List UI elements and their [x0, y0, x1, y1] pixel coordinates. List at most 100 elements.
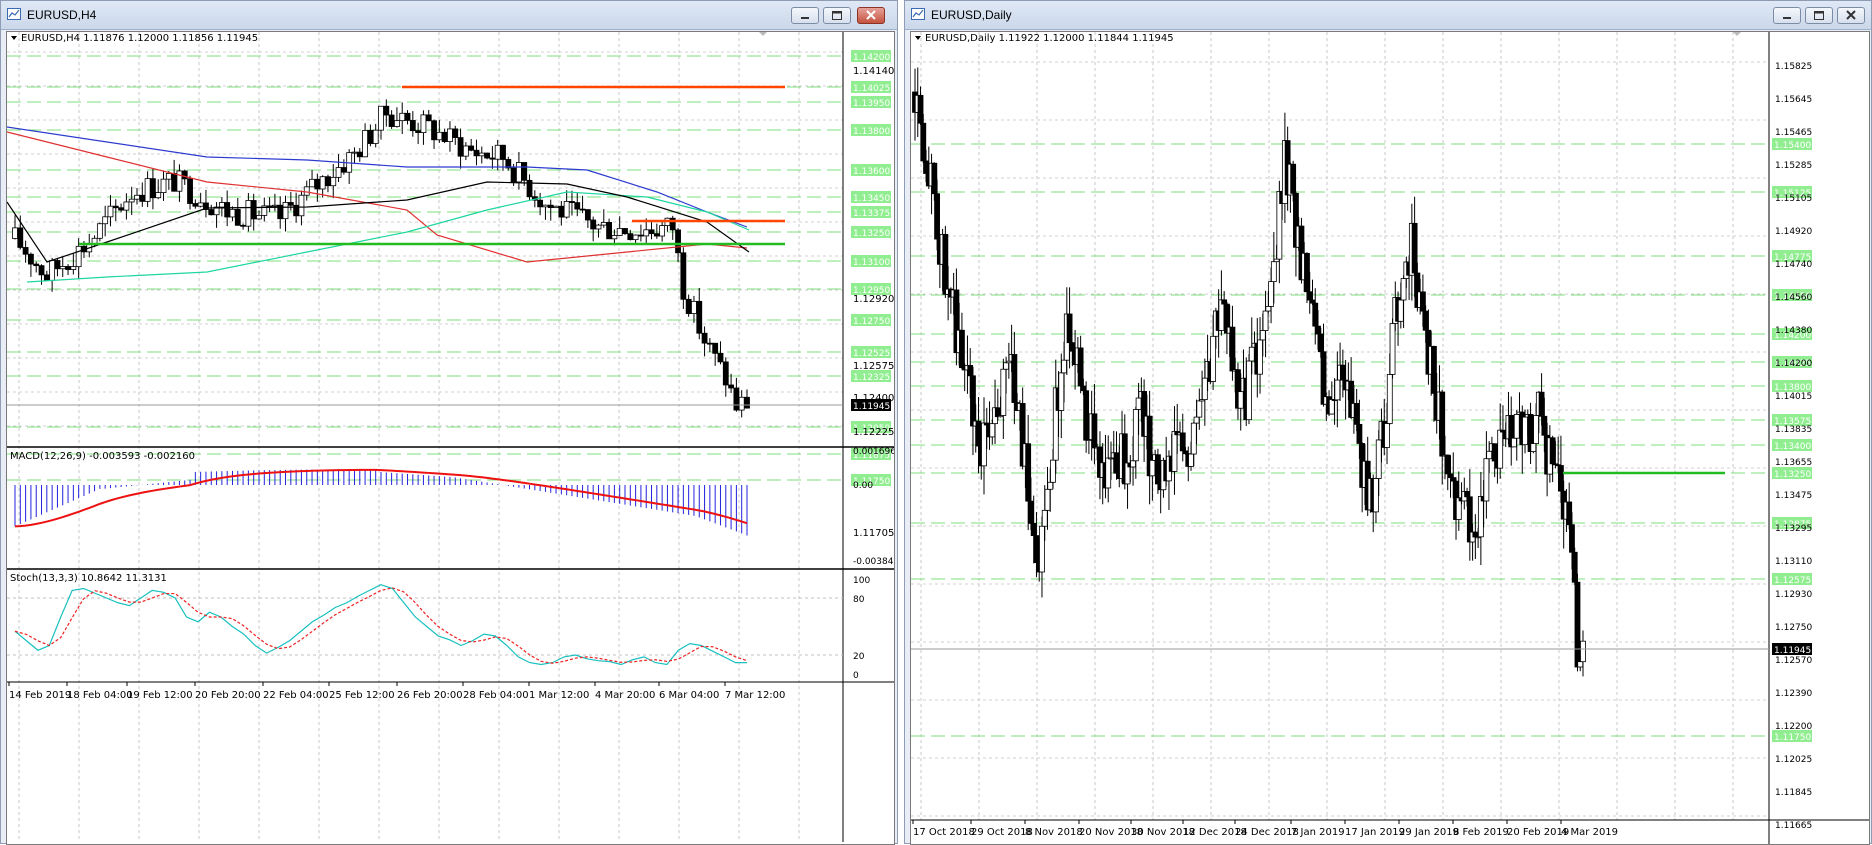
candle: [118, 207, 124, 211]
shift-marker-icon: [1733, 32, 1741, 36]
level-price-label: 1.13600: [853, 167, 890, 177]
candle: [229, 208, 236, 218]
candle: [510, 167, 517, 183]
candle: [266, 205, 273, 208]
candle: [1077, 347, 1084, 387]
candle: [1580, 640, 1586, 663]
candle: [701, 332, 708, 344]
stoch-scale-label: 100: [853, 576, 870, 586]
level-price-label: 1.13400: [1774, 442, 1811, 452]
stoch-scale-label: 80: [853, 595, 865, 605]
candle: [478, 152, 485, 157]
candle: [1431, 345, 1437, 394]
candle: [409, 120, 416, 132]
candle: [1182, 450, 1189, 455]
h4-window-title: EURUSD,H4: [27, 8, 97, 22]
price-axis-label: 1.15645: [1775, 95, 1812, 105]
candle: [1237, 391, 1244, 409]
candle: [1569, 524, 1575, 553]
candle: [404, 112, 411, 121]
candle: [590, 219, 597, 230]
collapse-triangle-icon[interactable]: [915, 36, 921, 40]
candle: [611, 235, 618, 240]
candle: [112, 205, 119, 209]
candle: [208, 209, 215, 216]
candle: [1558, 465, 1564, 492]
time-axis-label: 7 Mar 12:00: [725, 690, 785, 701]
close-button[interactable]: [1837, 7, 1865, 24]
candle: [1309, 299, 1316, 304]
price-axis-label: 1.15105: [1775, 194, 1812, 204]
candle: [1047, 481, 1054, 490]
candle: [648, 229, 655, 235]
candle: [1149, 459, 1156, 477]
candle: [1312, 302, 1319, 327]
candle: [981, 422, 987, 467]
level-price-label: 1.11750: [1774, 733, 1811, 743]
candle: [1259, 330, 1266, 341]
candle: [75, 245, 82, 268]
candle: [1353, 403, 1360, 425]
maximize-button[interactable]: [1805, 7, 1833, 24]
candle: [1188, 453, 1194, 467]
candle: [388, 114, 395, 127]
candle: [558, 205, 565, 218]
candle: [1268, 281, 1274, 307]
candle: [1061, 359, 1067, 374]
candle: [728, 384, 734, 389]
candle: [128, 198, 135, 203]
price-axis-label: 1.11845: [1775, 788, 1812, 798]
price-axis-label: 1.12025: [1775, 755, 1812, 765]
daily-title-bar[interactable]: EURUSD,Daily: [905, 1, 1871, 30]
current-price-label: 1.11945: [853, 402, 890, 412]
collapse-triangle-icon[interactable]: [11, 36, 17, 40]
candle: [706, 342, 713, 345]
candle: [256, 215, 262, 220]
candle: [1464, 491, 1470, 498]
candle: [192, 203, 199, 207]
candle: [1317, 333, 1324, 353]
candle: [462, 145, 469, 157]
candle: [1306, 291, 1313, 301]
minimize-button[interactable]: [1773, 7, 1801, 24]
candle: [441, 131, 448, 142]
daily-chart-svg[interactable]: 1.154001.151251.147751.144501.142001.140…: [911, 32, 1869, 844]
candle: [1171, 431, 1178, 472]
candle: [49, 260, 56, 281]
h4-chart-window[interactable]: EURUSD,H4 1.14200 1.14025 1.13950 1.13800 1.…: [0, 0, 898, 845]
candle: [1270, 261, 1277, 283]
candle: [1265, 305, 1272, 312]
candle: [638, 234, 644, 237]
maximize-button[interactable]: [823, 7, 851, 24]
candle: [1246, 360, 1252, 421]
close-button[interactable]: [857, 7, 885, 24]
shift-marker-icon: [759, 32, 767, 36]
candle: [155, 192, 162, 199]
candle: [1221, 299, 1228, 305]
minimize-button[interactable]: [791, 7, 819, 24]
level-price-label: 1.13800: [853, 127, 890, 137]
level-price-label: 1.13250: [853, 229, 890, 239]
h4-chart-svg[interactable]: 1.14200 1.14025 1.13950 1.13800 1.13600 1.134…: [7, 32, 894, 844]
level-price-label: 1.14200: [853, 53, 890, 63]
stoch-signal-line: [14, 587, 748, 664]
candle: [1028, 500, 1034, 524]
candle: [1179, 432, 1186, 452]
candle: [1113, 452, 1120, 474]
candle: [653, 233, 660, 237]
h4-title-bar[interactable]: EURUSD,H4: [1, 1, 897, 30]
macd-scale-label: -0.003845: [853, 557, 894, 567]
candle: [537, 199, 544, 208]
candle: [680, 252, 687, 300]
candle: [712, 342, 719, 354]
h4-chart-area[interactable]: 1.14200 1.14025 1.13950 1.13800 1.13600 1.134…: [6, 31, 895, 845]
candle: [989, 423, 996, 438]
candle: [643, 229, 650, 237]
candle: [1444, 454, 1451, 475]
daily-chart-window[interactable]: EURUSD,Daily 1.15400 1.15125 1.14775 1.1445…: [904, 0, 1872, 845]
candle: [452, 128, 459, 138]
candle: [627, 233, 634, 241]
candle: [1033, 535, 1040, 564]
daily-chart-area[interactable]: 1.15400 1.15125 1.14775 1.14450 1.14200 1.140…: [910, 31, 1870, 845]
candle: [1135, 397, 1142, 410]
